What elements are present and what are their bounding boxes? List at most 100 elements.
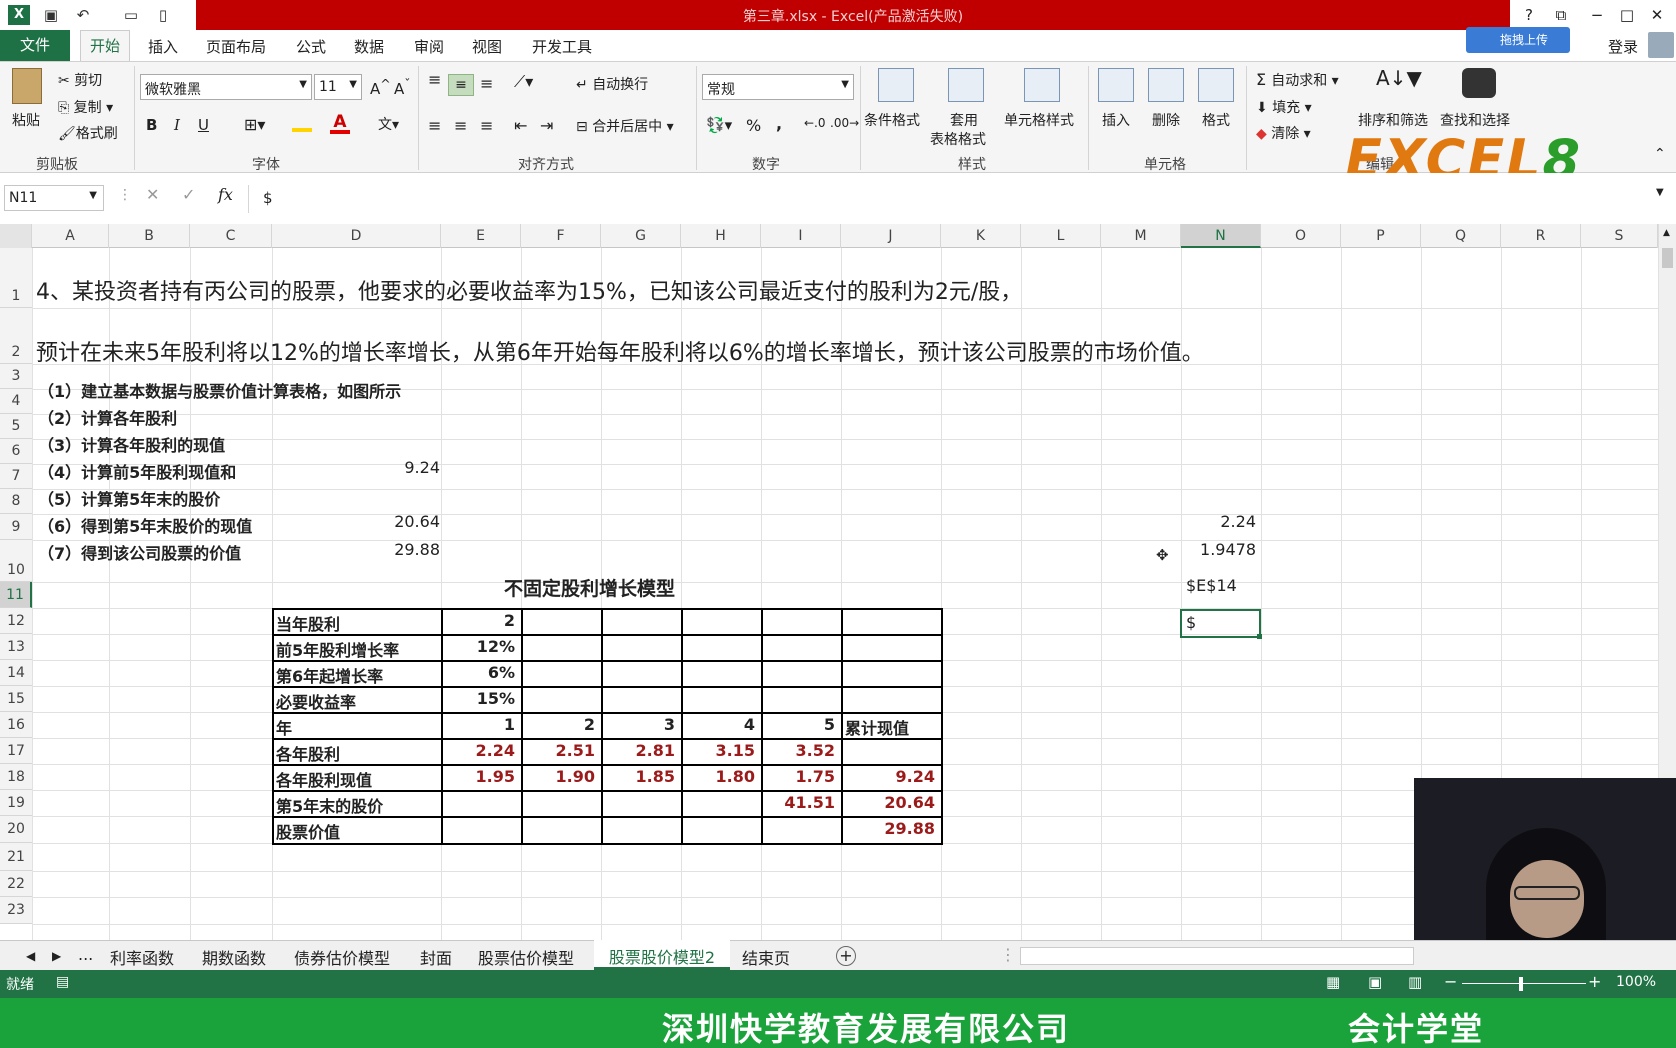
column-header-F[interactable]: F bbox=[521, 224, 601, 248]
sheet-tab-stock[interactable]: 股票估价模型 bbox=[478, 945, 574, 969]
column-header-C[interactable]: C bbox=[190, 224, 272, 248]
dividend-cell[interactable]: 3.15 bbox=[681, 741, 755, 760]
row-header-20[interactable]: 20 bbox=[0, 816, 32, 843]
table-row-label[interactable]: 前5年股利增长率 bbox=[276, 637, 399, 661]
sheet-tab-stock2-active[interactable]: 股票股价模型2 bbox=[594, 940, 730, 970]
cell-e14[interactable]: 15% bbox=[441, 689, 515, 708]
row-header-7[interactable]: 7 bbox=[0, 464, 32, 489]
scroll-thumb[interactable] bbox=[1662, 248, 1673, 268]
row-header-3[interactable]: 3 bbox=[0, 364, 32, 389]
table-row-label[interactable]: 当年股利 bbox=[276, 611, 340, 635]
sheet-tab-more[interactable]: ... bbox=[78, 945, 93, 964]
row-header-17[interactable]: 17 bbox=[0, 738, 32, 764]
table-row-label[interactable]: 第6年起增长率 bbox=[276, 663, 383, 687]
row-header-22[interactable]: 22 bbox=[0, 871, 32, 897]
macro-record-icon[interactable]: ▤ bbox=[56, 974, 69, 990]
column-header-M[interactable]: M bbox=[1101, 224, 1181, 248]
column-header-L[interactable]: L bbox=[1021, 224, 1101, 248]
zoom-slider[interactable] bbox=[1462, 983, 1586, 984]
column-header-G[interactable]: G bbox=[601, 224, 681, 248]
column-header-S[interactable]: S bbox=[1581, 224, 1658, 248]
dividend-cell[interactable]: 3.52 bbox=[761, 741, 835, 760]
pv-total-cell[interactable]: 9.24 bbox=[841, 767, 935, 786]
year-header[interactable]: 5 bbox=[761, 715, 835, 734]
column-header-O[interactable]: O bbox=[1261, 224, 1341, 248]
cell-n9[interactable]: 1.9478 bbox=[1180, 540, 1256, 559]
column-header-D[interactable]: D bbox=[272, 224, 441, 248]
row-header-2[interactable]: 2 bbox=[0, 308, 32, 364]
cell-j19[interactable]: 29.88 bbox=[841, 819, 935, 838]
zoom-slider-thumb[interactable] bbox=[1519, 977, 1523, 991]
column-header-A[interactable]: A bbox=[32, 224, 109, 248]
sheet-tab-end[interactable]: 结束页 bbox=[742, 945, 790, 969]
row-header-19[interactable]: 19 bbox=[0, 790, 32, 816]
cell-i18[interactable]: 41.51 bbox=[761, 793, 835, 812]
page-layout-view-icon[interactable]: ▣ bbox=[1368, 973, 1382, 991]
column-header-B[interactable]: B bbox=[109, 224, 190, 248]
row-header-15[interactable]: 15 bbox=[0, 686, 32, 712]
table-row-label[interactable]: 年 bbox=[276, 715, 292, 739]
sheet-tab-rate[interactable]: 利率函数 bbox=[110, 945, 174, 969]
pv-cell[interactable]: 1.75 bbox=[761, 767, 835, 786]
cell-n11[interactable]: $ bbox=[1180, 609, 1262, 639]
horizontal-scrollbar[interactable] bbox=[1020, 947, 1414, 965]
tab-scroll-right-icon[interactable]: ▶ bbox=[52, 949, 61, 963]
cumulative-pv-header[interactable]: 累计现值 bbox=[845, 715, 909, 739]
zoom-in-icon[interactable]: + bbox=[1588, 972, 1601, 991]
pv-cell[interactable]: 1.85 bbox=[601, 767, 675, 786]
row-header-21[interactable]: 21 bbox=[0, 843, 32, 871]
scroll-up-icon[interactable]: ▲ bbox=[1663, 228, 1670, 238]
row-header-18[interactable]: 18 bbox=[0, 764, 32, 790]
row-header-16[interactable]: 16 bbox=[0, 712, 32, 738]
table-row-label[interactable]: 各年股利 bbox=[276, 741, 340, 765]
column-header-N[interactable]: N bbox=[1181, 224, 1261, 248]
cell-d8[interactable]: 20.64 bbox=[360, 512, 440, 531]
dividend-cell[interactable]: 2.81 bbox=[601, 741, 675, 760]
row-header-8[interactable]: 8 bbox=[0, 489, 32, 514]
year-header[interactable]: 1 bbox=[441, 715, 515, 734]
sheet-tab-nper[interactable]: 期数函数 bbox=[202, 945, 266, 969]
row-header-13[interactable]: 13 bbox=[0, 634, 32, 660]
column-header-H[interactable]: H bbox=[681, 224, 761, 248]
cell-n10[interactable]: $E$14 bbox=[1186, 576, 1237, 595]
table-row-label[interactable]: 第5年末的股价 bbox=[276, 793, 383, 817]
year-header[interactable]: 3 bbox=[601, 715, 675, 734]
row-header-23[interactable]: 23 bbox=[0, 897, 32, 924]
row-header-6[interactable]: 6 bbox=[0, 439, 32, 464]
row-header-11[interactable]: 11 bbox=[0, 582, 32, 608]
fill-handle[interactable] bbox=[1257, 634, 1262, 639]
row-header-10[interactable]: 10 bbox=[0, 540, 32, 582]
tab-scroll-left-icon[interactable]: ◀ bbox=[26, 949, 35, 963]
split-handle-icon[interactable]: ⋮ bbox=[1000, 945, 1016, 964]
zoom-level[interactable]: 100% bbox=[1616, 974, 1656, 990]
pv-cell[interactable]: 1.90 bbox=[521, 767, 595, 786]
column-header-P[interactable]: P bbox=[1341, 224, 1421, 248]
cell-e13[interactable]: 6% bbox=[441, 663, 515, 682]
row-header-5[interactable]: 5 bbox=[0, 414, 32, 439]
row-header-9[interactable]: 9 bbox=[0, 514, 32, 540]
column-header-J[interactable]: J bbox=[841, 224, 941, 248]
add-sheet-icon[interactable]: + bbox=[836, 946, 856, 966]
page-break-view-icon[interactable]: ▥ bbox=[1408, 973, 1422, 991]
row-header-12[interactable]: 12 bbox=[0, 608, 32, 634]
cell-e12[interactable]: 12% bbox=[441, 637, 515, 656]
cell-d9[interactable]: 29.88 bbox=[360, 540, 440, 559]
table-row-label[interactable]: 股票价值 bbox=[276, 819, 340, 843]
zoom-out-icon[interactable]: − bbox=[1444, 972, 1457, 991]
cell-d6[interactable]: 9.24 bbox=[360, 458, 440, 477]
sheet-tab-cover[interactable]: 封面 bbox=[420, 945, 452, 969]
dividend-cell[interactable]: 2.51 bbox=[521, 741, 595, 760]
column-header-E[interactable]: E bbox=[441, 224, 521, 248]
row-header-4[interactable]: 4 bbox=[0, 389, 32, 414]
column-header-I[interactable]: I bbox=[761, 224, 841, 248]
sheet-tab-bond[interactable]: 债券估价模型 bbox=[294, 945, 390, 969]
cell-j18[interactable]: 20.64 bbox=[841, 793, 935, 812]
select-all-corner[interactable] bbox=[0, 224, 32, 248]
year-header[interactable]: 2 bbox=[521, 715, 595, 734]
column-header-R[interactable]: R bbox=[1501, 224, 1581, 248]
column-header-K[interactable]: K bbox=[941, 224, 1021, 248]
row-header-14[interactable]: 14 bbox=[0, 660, 32, 686]
pv-cell[interactable]: 1.80 bbox=[681, 767, 755, 786]
normal-view-icon[interactable]: ▦ bbox=[1326, 973, 1340, 991]
year-header[interactable]: 4 bbox=[681, 715, 755, 734]
